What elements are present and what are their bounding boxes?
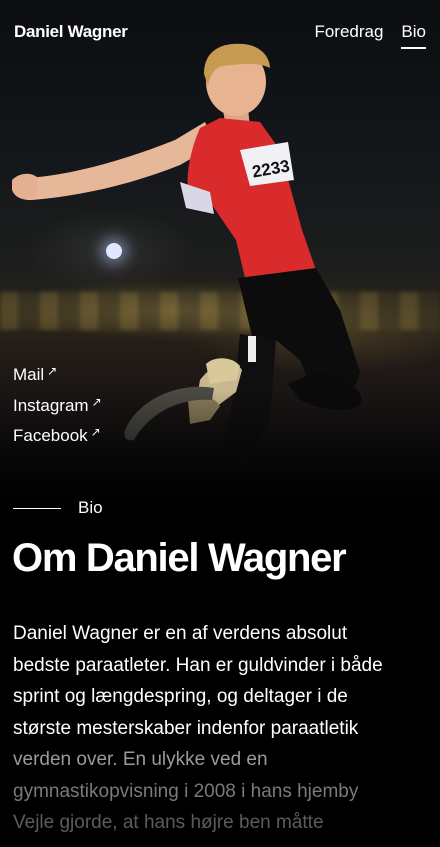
section-eyebrow: Bio (13, 498, 103, 518)
bio-line: gymnastikopvisning i 2008 i hans hjemby (13, 780, 359, 802)
bio-line: verden over. En ulykke ved en (13, 749, 268, 770)
athlete-figure: 2233 (12, 43, 362, 466)
external-arrow-icon: ↗ (91, 394, 102, 409)
page-title: Om Daniel Wagner (12, 536, 347, 580)
facebook-link-label: Facebook (13, 426, 88, 445)
bio-line: sprint og længdespring, og deltager i de (13, 686, 348, 707)
top-navigation: Daniel Wagner Foredrag Bio (14, 20, 426, 49)
bio-line: Daniel Wagner er en af verdens absolut (13, 623, 348, 644)
site-logo[interactable]: Daniel Wagner (14, 22, 128, 42)
bio-line: største mesterskaber indenfor paraatleti… (13, 717, 359, 739)
mail-link[interactable]: Mail ↗ (13, 358, 102, 389)
section-label: Bio (78, 498, 103, 517)
nav-item-bio[interactable]: Bio (401, 22, 426, 49)
mail-link-label: Mail (13, 365, 45, 384)
facebook-link[interactable]: Facebook ↗ (13, 419, 102, 450)
bio-line: bedste paraatleter. Han er guldvinder i … (13, 654, 383, 676)
hero-photo: 2233 (0, 0, 440, 530)
instagram-link-label: Instagram (13, 395, 89, 415)
social-links: Mail ↗ Instagram ↗ Facebook ↗ (13, 358, 102, 450)
external-arrow-icon: ↗ (47, 364, 58, 378)
bio-line: Vejle gjorde, at hans højre ben måtte (13, 812, 324, 833)
bio-paragraph: Daniel Wagner er en af verdens absolut b… (13, 618, 423, 839)
main-nav: Foredrag Bio (314, 22, 426, 49)
external-arrow-icon: ↗ (90, 425, 101, 439)
nav-item-foredrag[interactable]: Foredrag (314, 22, 383, 42)
eyebrow-divider (13, 507, 61, 509)
instagram-link[interactable]: Instagram ↗ (13, 389, 102, 420)
